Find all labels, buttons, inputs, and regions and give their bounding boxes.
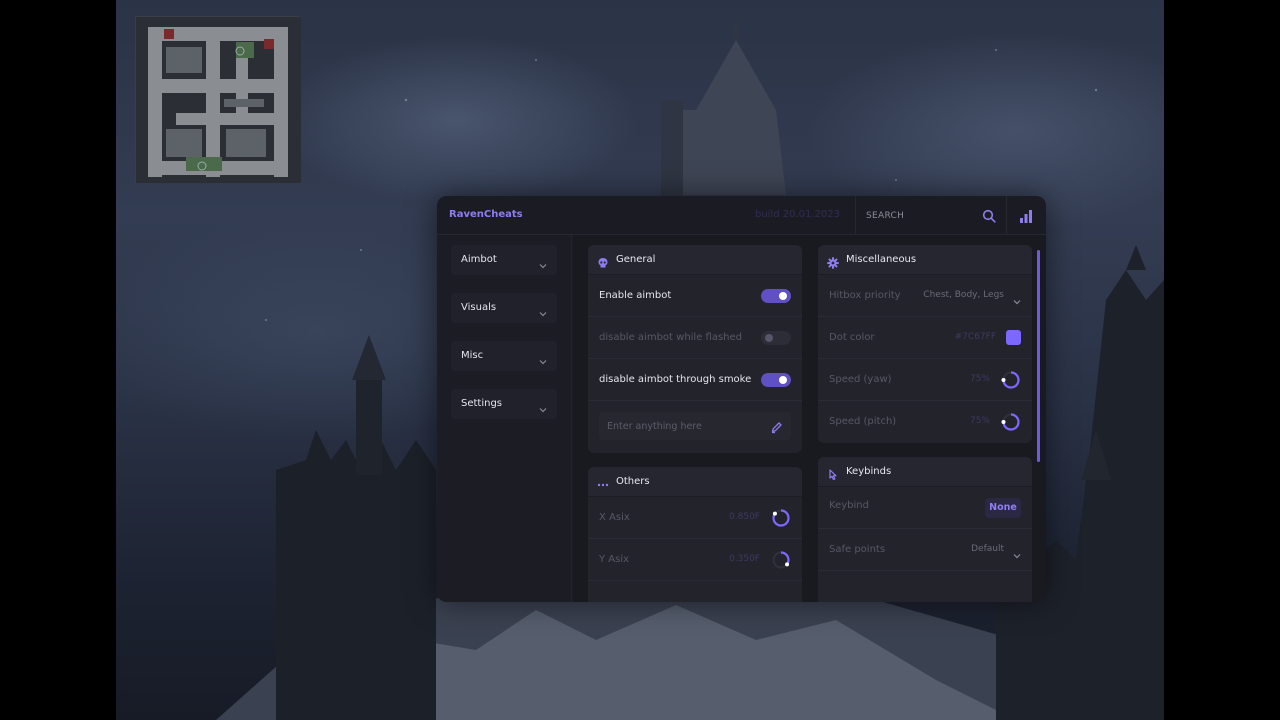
toggle-knob bbox=[779, 376, 787, 384]
disable-through-smoke-label: disable aimbot through smoke bbox=[599, 374, 752, 385]
sidebar-item-label: Aimbot bbox=[461, 254, 497, 265]
sidebar: Aimbot Visuals Misc Settings bbox=[437, 235, 572, 602]
cheat-menu-panel: RavenCheats build 20.01.2023 Aimbot bbox=[437, 196, 1046, 602]
miscellaneous-card-title: Miscellaneous bbox=[846, 254, 917, 265]
y-axis-row: Y Asix 0.350F bbox=[588, 539, 802, 581]
safe-points-row: Safe points Default bbox=[818, 529, 1032, 571]
disable-while-flashed-label: disable aimbot while flashed bbox=[599, 332, 743, 343]
disable-while-flashed-toggle[interactable] bbox=[761, 331, 791, 345]
dot-color-row: Dot color #7C67FF bbox=[818, 317, 1032, 359]
dial-graphic bbox=[772, 509, 790, 527]
y-axis-value: 0.350F bbox=[729, 554, 760, 564]
speed-pitch-row: Speed (pitch) 75% bbox=[818, 401, 1032, 443]
sidebar-item-settings[interactable]: Settings bbox=[451, 389, 557, 419]
miscellaneous-card: Miscellaneous Hitbox priority Chest, Bod… bbox=[818, 245, 1032, 443]
dot-color-swatch[interactable] bbox=[1006, 330, 1021, 345]
search-icon[interactable] bbox=[982, 208, 996, 227]
keybind-label: Keybind bbox=[829, 500, 869, 511]
sidebar-item-label: Visuals bbox=[461, 302, 497, 313]
speed-pitch-dial[interactable] bbox=[1001, 412, 1021, 436]
chevron-down-icon bbox=[539, 399, 547, 418]
toggle-knob bbox=[765, 334, 773, 342]
pen-icon[interactable] bbox=[770, 419, 783, 438]
safe-points-select[interactable]: Default bbox=[971, 544, 1004, 554]
speed-pitch-label: Speed (pitch) bbox=[829, 416, 897, 427]
content-area: General Enable aimbot disable aimbot whi… bbox=[573, 235, 1046, 602]
sidebar-item-label: Settings bbox=[461, 398, 503, 409]
search-input[interactable] bbox=[866, 208, 976, 223]
x-axis-label: X Asix bbox=[599, 512, 630, 523]
top-bar: RavenCheats build 20.01.2023 bbox=[437, 196, 1046, 235]
minimap-graphic bbox=[136, 17, 301, 183]
chevron-down-icon[interactable] bbox=[1013, 291, 1021, 310]
speed-yaw-row: Speed (yaw) 75% bbox=[818, 359, 1032, 401]
chevron-down-icon bbox=[539, 303, 547, 322]
dial-knob bbox=[785, 562, 790, 567]
gear-icon bbox=[827, 254, 839, 273]
hitbox-priority-row: Hitbox priority Chest, Body, Legs bbox=[818, 275, 1032, 317]
build-label: build 20.01.2023 bbox=[754, 209, 840, 220]
dial-graphic bbox=[1001, 371, 1020, 389]
dot-color-label: Dot color bbox=[829, 332, 875, 343]
general-card: General Enable aimbot disable aimbot whi… bbox=[588, 245, 802, 453]
dial-knob bbox=[1001, 378, 1006, 382]
keybind-row: Keybind None bbox=[818, 487, 1032, 529]
general-text-input[interactable] bbox=[607, 419, 757, 433]
toggle-knob bbox=[779, 292, 787, 300]
speed-yaw-dial[interactable] bbox=[1001, 370, 1021, 394]
x-axis-row: X Asix 0.850F bbox=[588, 497, 802, 539]
dial-knob bbox=[1001, 420, 1006, 424]
sidebar-item-aimbot[interactable]: Aimbot bbox=[451, 245, 557, 275]
disable-through-smoke-toggle[interactable] bbox=[761, 373, 791, 387]
general-card-header: General bbox=[588, 245, 802, 275]
disable-through-smoke-row: disable aimbot through smoke bbox=[588, 359, 802, 401]
disable-while-flashed-row: disable aimbot while flashed bbox=[588, 317, 802, 359]
dial-graphic bbox=[1001, 413, 1020, 431]
hitbox-priority-label: Hitbox priority bbox=[829, 290, 901, 301]
dots-icon bbox=[597, 476, 609, 495]
others-card: Others X Asix 0.850F Y Asix 0.350F bbox=[588, 467, 802, 602]
search-box[interactable] bbox=[855, 196, 1007, 235]
dot-color-hex: #7C67FF bbox=[954, 332, 996, 342]
mouse-pointer-icon bbox=[827, 466, 839, 485]
keybinds-card: Keybinds Keybind None Safe points Defaul… bbox=[818, 457, 1032, 602]
speed-pitch-value: 75% bbox=[969, 416, 990, 426]
brand-title: RavenCheats bbox=[449, 209, 523, 220]
miscellaneous-card-header: Miscellaneous bbox=[818, 245, 1032, 275]
sidebar-item-misc[interactable]: Misc bbox=[451, 341, 557, 371]
general-text-field[interactable] bbox=[599, 412, 791, 440]
speed-yaw-label: Speed (yaw) bbox=[829, 374, 892, 385]
dial-knob bbox=[772, 511, 777, 516]
safe-points-label: Safe points bbox=[829, 544, 886, 555]
enable-aimbot-toggle[interactable] bbox=[761, 289, 791, 303]
dial-graphic bbox=[772, 551, 790, 569]
y-axis-dial[interactable] bbox=[771, 550, 791, 574]
enable-aimbot-row: Enable aimbot bbox=[588, 275, 802, 317]
scrollbar-thumb[interactable] bbox=[1037, 250, 1040, 462]
chevron-down-icon bbox=[539, 255, 547, 274]
chevron-down-icon bbox=[539, 351, 547, 370]
chevron-down-icon[interactable] bbox=[1013, 545, 1021, 564]
keybinds-card-header: Keybinds bbox=[818, 457, 1032, 487]
bar-chart-icon[interactable] bbox=[1019, 208, 1033, 227]
keybind-button[interactable]: None bbox=[985, 498, 1021, 518]
general-card-title: General bbox=[616, 254, 656, 265]
others-card-title: Others bbox=[616, 476, 650, 487]
x-axis-dial[interactable] bbox=[771, 508, 791, 532]
sidebar-item-visuals[interactable]: Visuals bbox=[451, 293, 557, 323]
skull-icon bbox=[597, 254, 609, 273]
x-axis-value: 0.850F bbox=[729, 512, 760, 522]
enable-aimbot-label: Enable aimbot bbox=[599, 290, 672, 301]
hitbox-priority-select[interactable]: Chest, Body, Legs bbox=[923, 290, 1004, 300]
speed-yaw-value: 75% bbox=[969, 374, 990, 384]
minimap bbox=[135, 16, 301, 183]
keybinds-card-title: Keybinds bbox=[846, 466, 892, 477]
y-axis-label: Y Asix bbox=[599, 554, 630, 565]
sidebar-item-label: Misc bbox=[461, 350, 484, 361]
others-card-header: Others bbox=[588, 467, 802, 497]
